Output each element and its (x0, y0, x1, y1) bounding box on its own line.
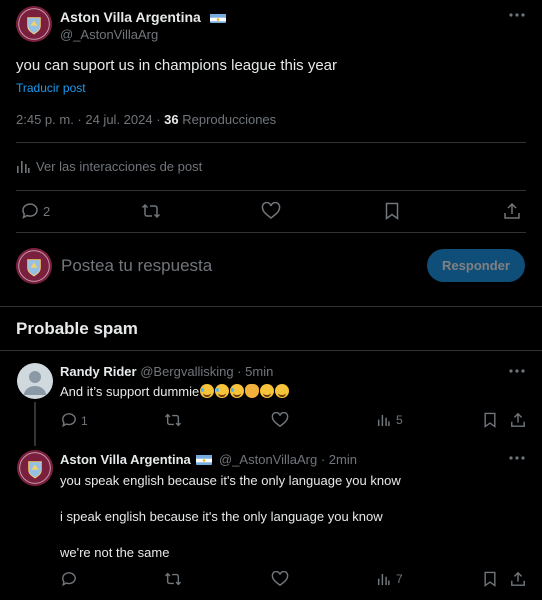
bookmark-icon[interactable] (384, 202, 400, 220)
reply2-repost-icon[interactable] (164, 571, 182, 587)
post-timestamp[interactable]: 2:45 p. m. · 24 jul. 2024 · (16, 112, 164, 127)
thread-line (34, 402, 36, 446)
reply1-handle[interactable]: @Bergvallisking (140, 364, 233, 379)
reply1-header: Randy Rider @Bergvallisking · 5min (60, 364, 273, 379)
reply1-repost-icon[interactable] (164, 412, 182, 428)
reply1-time[interactable]: · 5min (237, 364, 273, 379)
reply1-like-icon[interactable] (271, 412, 289, 428)
more-options-icon[interactable] (508, 8, 526, 22)
reply-submit-button[interactable]: Responder (427, 249, 525, 282)
reply1-reply-button[interactable]: 1 (61, 412, 88, 428)
analytics-icon (377, 414, 390, 427)
reply2-handle[interactable]: @_AstonVillaArg (219, 452, 317, 467)
reply-icon (61, 412, 77, 428)
argentina-flag-icon (196, 454, 213, 465)
reply-input[interactable]: Postea tu respuesta (61, 256, 411, 276)
reply-icon (21, 202, 39, 220)
reply-button[interactable]: 2 (21, 202, 50, 220)
reply1-views[interactable]: 5 (377, 413, 403, 427)
translate-link[interactable]: Traducir post (16, 81, 86, 95)
reply2-share-icon[interactable] (510, 571, 526, 587)
reply1-share-icon[interactable] (510, 412, 526, 428)
post-meta: 2:45 p. m. · 24 jul. 2024 · 36 Reproducc… (16, 112, 276, 127)
reply1-author-name[interactable]: Randy Rider (60, 364, 137, 379)
reply1-avatar[interactable] (17, 363, 53, 399)
reply2-bookmark-icon[interactable] (483, 571, 497, 587)
reply1-more-icon[interactable] (508, 366, 526, 376)
views-label: Reproducciones (178, 112, 277, 127)
analytics-icon (377, 573, 390, 586)
repost-icon[interactable] (141, 202, 161, 220)
emoji-row (199, 384, 290, 399)
view-interactions-link[interactable]: Ver las interacciones de post (16, 159, 202, 174)
reply2-like-icon[interactable] (271, 571, 289, 587)
reply2-text-line3: we're not the same (60, 545, 170, 560)
author-avatar[interactable] (16, 6, 52, 42)
author-name[interactable]: Aston Villa Argentina (60, 9, 226, 25)
reply2-time[interactable]: · 2min (321, 452, 357, 467)
reply2-author-name[interactable]: Aston Villa Argentina (60, 452, 191, 467)
reply1-bookmark-icon[interactable] (483, 412, 497, 428)
reply1-text: And it’s support dummie (60, 384, 290, 399)
composer-avatar[interactable] (16, 248, 52, 284)
section-title: Probable spam (16, 319, 138, 338)
like-icon[interactable] (261, 202, 281, 220)
post-text: you can suport us in champions league th… (16, 57, 338, 74)
argentina-flag-icon (209, 12, 226, 23)
reply2-reply-icon[interactable] (61, 571, 77, 587)
reply2-text-line1: you speak english because it's the only … (60, 473, 401, 488)
reply2-text-line2: i speak english because it's the only la… (60, 509, 383, 524)
reply2-avatar[interactable] (17, 450, 53, 486)
reply2-more-icon[interactable] (508, 453, 526, 463)
reply2-header: Aston Villa Argentina @_AstonVillaArg · … (60, 452, 357, 467)
share-icon[interactable] (503, 202, 521, 220)
views-count: 36 (164, 112, 179, 127)
analytics-icon (16, 160, 30, 174)
reply2-views[interactable]: 7 (377, 572, 403, 586)
author-handle[interactable]: @_AstonVillaArg (60, 27, 158, 42)
